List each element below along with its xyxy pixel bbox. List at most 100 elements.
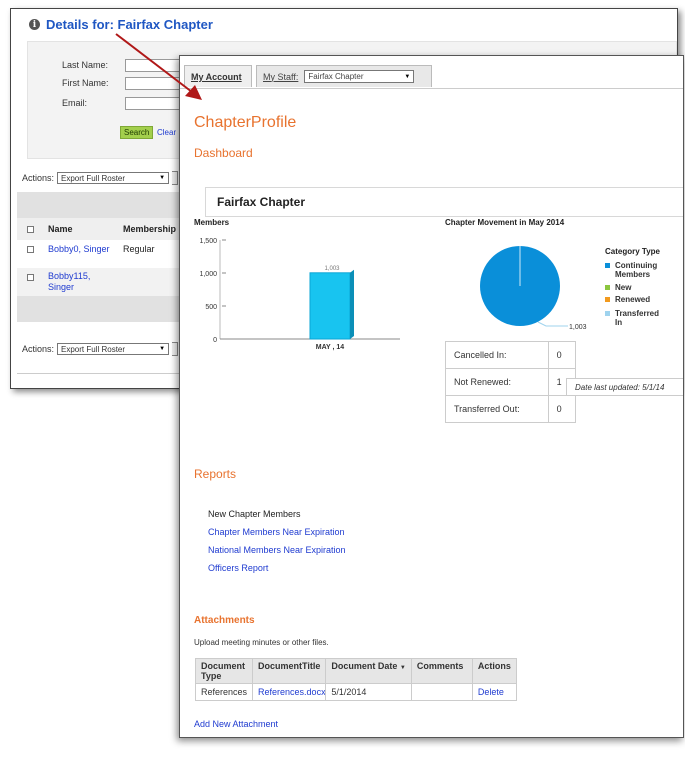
attachment-type: References	[194, 683, 254, 701]
legend-label-line: Renewed	[615, 295, 650, 304]
report-national-near-expiration-link[interactable]: National Members Near Expiration	[208, 545, 346, 563]
chapter-profile-window: My Account My Staff: Fairfax Chapter ▼ C…	[179, 55, 684, 738]
stat-row: Cancelled In: 0	[445, 341, 577, 369]
y-tick-label: 1,000	[199, 271, 217, 278]
bar	[309, 272, 351, 340]
legend-swatch	[605, 297, 610, 302]
reports-heading: Reports	[194, 467, 237, 481]
movement-stats-table: Cancelled In: 0 Not Renewed: 1 Transferr…	[445, 341, 577, 423]
attachment-date: 5/1/2014	[325, 683, 412, 701]
search-button[interactable]: Search	[120, 126, 154, 139]
attachments-heading: Attachments	[194, 615, 255, 626]
go-button-top[interactable]	[172, 171, 179, 185]
row-checkbox[interactable]	[27, 274, 34, 281]
clear-link[interactable]: Clear	[157, 128, 176, 137]
chapter-name-box: Fairfax Chapter	[205, 187, 683, 217]
attachment-comments	[410, 683, 473, 701]
attachment-title-link[interactable]: References.docx	[252, 683, 327, 701]
dashboard-heading: Dashboard	[194, 146, 253, 160]
tab-my-staff[interactable]: My Staff: Fairfax Chapter ▼	[256, 65, 432, 87]
y-tick-label: 1,500	[199, 238, 217, 245]
y-tick-label: 500	[205, 304, 217, 311]
date-updated: Date last updated: 5/1/14	[566, 378, 683, 396]
pie-leader-line	[537, 321, 568, 327]
caret-down-icon: ▼	[159, 346, 166, 352]
actions-select-top[interactable]: Export Full Roster ▼	[57, 172, 170, 184]
legend-swatch	[605, 285, 610, 290]
pie-chart-title: Chapter Movement in May 2014	[445, 218, 565, 227]
stat-label: Transferred Out:	[445, 395, 549, 423]
col-name[interactable]: Name	[48, 224, 73, 234]
stat-row: Transferred Out: 0	[445, 395, 577, 423]
report-new-members: New Chapter Members	[208, 509, 301, 519]
actions-label: Actions:	[22, 344, 55, 354]
legend-label: Transferred In	[615, 309, 659, 327]
table-row: References References.docx 5/1/2014 Dele…	[194, 683, 517, 701]
col-actions[interactable]: Actions	[471, 658, 517, 684]
col-document-date-label: Document Date	[331, 661, 398, 671]
report-chapter-near-expiration-link[interactable]: Chapter Members Near Expiration	[208, 527, 346, 545]
member-name-link[interactable]: Bobby115, Singer	[48, 271, 103, 293]
delete-attachment-link[interactable]: Delete	[471, 683, 517, 701]
legend-label: Renewed	[615, 295, 650, 304]
legend-label: New	[615, 283, 632, 292]
member-name-link[interactable]: Bobby0, Singer	[48, 244, 110, 254]
actions-select-bottom[interactable]: Export Full Roster ▼	[57, 343, 170, 355]
tab-bar: My Account My Staff: Fairfax Chapter ▼	[180, 56, 683, 89]
pie-data-label: 1,003	[569, 324, 587, 331]
stat-label: Not Renewed:	[445, 368, 549, 396]
report-officers-link[interactable]: Officers Report	[208, 563, 346, 581]
col-document-type[interactable]: Document Type	[194, 658, 254, 684]
col-document-title[interactable]: DocumentTitle	[252, 658, 327, 684]
x-tick-label: MAY , 14	[316, 344, 345, 351]
col-membership[interactable]: Membership	[123, 224, 176, 234]
legend-label: Continuing Members	[615, 261, 657, 279]
col-document-date[interactable]: Document Date ▼	[325, 658, 412, 684]
chapter-name: Fairfax Chapter	[217, 195, 306, 209]
last-name-label: Last Name:	[62, 60, 109, 70]
bar-side	[350, 269, 354, 339]
tab-my-staff-label: My Staff:	[263, 71, 299, 82]
members-bar-chart: Members 0 500 1,000 1,500 1,003 MAY , 14	[194, 218, 400, 351]
legend-label-line: Continuing	[615, 261, 657, 270]
caret-down-icon: ▼	[404, 73, 411, 80]
col-comments[interactable]: Comments	[410, 658, 473, 684]
member-membership: Regular	[123, 244, 155, 254]
stat-value: 0	[547, 395, 577, 423]
info-icon: i	[29, 19, 40, 30]
legend-label-line: New	[615, 283, 632, 292]
legend-label-line: Transferred	[615, 309, 659, 318]
bar-data-label: 1,003	[324, 266, 340, 272]
staff-chapter-select[interactable]: Fairfax Chapter ▼	[304, 70, 415, 83]
select-all-checkbox[interactable]	[27, 226, 34, 233]
movement-pie-chart: Chapter Movement in May 2014 1,003 Categor…	[445, 218, 661, 331]
arrow-shaft	[115, 33, 193, 93]
bar-chart-title: Members	[194, 218, 230, 227]
actions-select-value: Export Full Roster	[61, 173, 126, 183]
first-name-label: First Name:	[62, 78, 109, 88]
caret-down-icon: ▼	[159, 175, 166, 181]
row-checkbox[interactable]	[27, 246, 34, 253]
go-button-bottom[interactable]	[172, 342, 179, 356]
legend-label-line: Members	[615, 270, 651, 279]
legend-swatch	[605, 263, 610, 268]
add-attachment-link[interactable]: Add New Attachment	[194, 719, 278, 729]
y-tick-label: 0	[213, 337, 217, 344]
page-title: ChapterProfile	[194, 114, 297, 131]
date-updated-text: Date last updated: 5/1/14	[575, 382, 665, 392]
attachments-note: Upload meeting minutes or other files.	[194, 638, 329, 647]
stat-row: Not Renewed: 1	[445, 368, 577, 396]
reports-list: New Chapter Members Chapter Members Near…	[208, 509, 346, 581]
actions-top: Actions: Export Full Roster ▼	[22, 171, 179, 185]
sort-caret-icon: ▼	[399, 665, 406, 671]
legend-label-line: In	[615, 318, 622, 327]
actions-label: Actions:	[22, 173, 55, 183]
legend-title: Category Type	[605, 247, 661, 256]
actions-select-value: Export Full Roster	[61, 344, 126, 354]
attachments-header-row: Document Type DocumentTitle Document Dat…	[194, 658, 517, 684]
legend-swatch	[605, 311, 610, 316]
stat-label: Cancelled In:	[445, 341, 549, 369]
actions-bottom: Actions: Export Full Roster ▼	[22, 342, 179, 356]
staff-chapter-value: Fairfax Chapter	[308, 72, 364, 81]
attachments-table: Document Type DocumentTitle Document Dat…	[194, 658, 517, 701]
